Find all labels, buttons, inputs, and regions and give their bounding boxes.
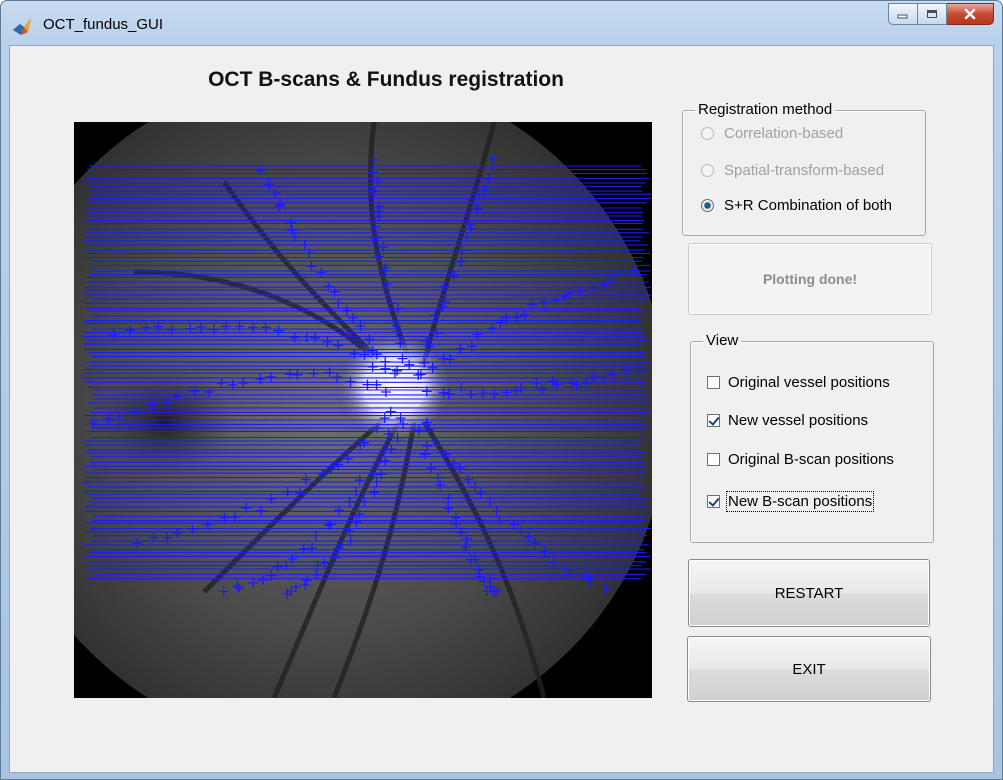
checkbox-original-vessel-label: Original vessel positions	[728, 374, 890, 391]
minimize-icon	[897, 14, 908, 19]
view-legend: View	[703, 332, 742, 349]
radio-correlation-label: Correlation-based	[724, 125, 844, 142]
app-window: OCT_fundus_GUI OCT B-scans & Fundus regi…	[0, 0, 1003, 780]
radio-spatial-transform-label: Spatial-transform-based	[724, 162, 885, 179]
window-controls	[888, 3, 994, 25]
radio-combination-label: S+R Combination of both	[724, 197, 893, 214]
status-button: Plotting done!	[688, 243, 932, 315]
fovea-shadow	[94, 367, 234, 477]
matlab-logo-icon	[13, 18, 31, 35]
title-bar[interactable]: OCT_fundus_GUI	[1, 1, 1002, 45]
close-button[interactable]	[947, 3, 994, 25]
checkbox-original-bscan-box	[707, 453, 720, 466]
checkbox-new-bscan-box	[707, 495, 720, 508]
radio-spatial-transform-indicator	[701, 164, 714, 177]
fundus-image-axes[interactable]	[74, 122, 652, 698]
exit-button[interactable]: EXIT	[687, 636, 931, 702]
checkbox-new-vessel-label: New vessel positions	[728, 412, 869, 429]
radio-combination[interactable]: S+R Combination of both	[701, 197, 892, 214]
checkbox-original-vessel-box	[707, 376, 720, 389]
view-group: View Original vessel positions New vesse…	[690, 332, 934, 543]
exit-button-label: EXIT	[792, 660, 826, 678]
checkbox-original-bscan-label: Original B-scan positions	[728, 451, 894, 468]
checkbox-original-vessel[interactable]: Original vessel positions	[707, 374, 890, 391]
radio-spatial-transform[interactable]: Spatial-transform-based	[701, 162, 884, 179]
checkbox-new-bscan[interactable]: New B-scan positions	[707, 491, 875, 512]
maximize-button[interactable]	[918, 3, 947, 25]
radio-correlation-indicator	[701, 127, 714, 140]
figure-panel: OCT B-scans & Fundus registration Regist…	[9, 45, 994, 773]
registration-method-legend: Registration method	[695, 101, 836, 118]
radio-combination-indicator	[701, 199, 714, 212]
restart-button[interactable]: RESTART	[688, 559, 930, 627]
restart-button-label: RESTART	[774, 584, 844, 602]
checkbox-new-bscan-label: New B-scan positions	[725, 491, 875, 512]
window-title: OCT_fundus_GUI	[43, 16, 164, 33]
close-icon	[964, 8, 976, 20]
status-text: Plotting done!	[762, 271, 858, 287]
minimize-button[interactable]	[888, 3, 918, 25]
page-title: OCT B-scans & Fundus registration	[208, 68, 564, 91]
maximize-icon	[927, 10, 937, 18]
checkbox-original-bscan[interactable]: Original B-scan positions	[707, 451, 894, 468]
checkbox-new-vessel[interactable]: New vessel positions	[707, 412, 868, 429]
registration-method-group: Registration method Correlation-based Sp…	[682, 101, 926, 236]
checkbox-new-vessel-box	[707, 414, 720, 427]
radio-correlation[interactable]: Correlation-based	[701, 125, 843, 142]
